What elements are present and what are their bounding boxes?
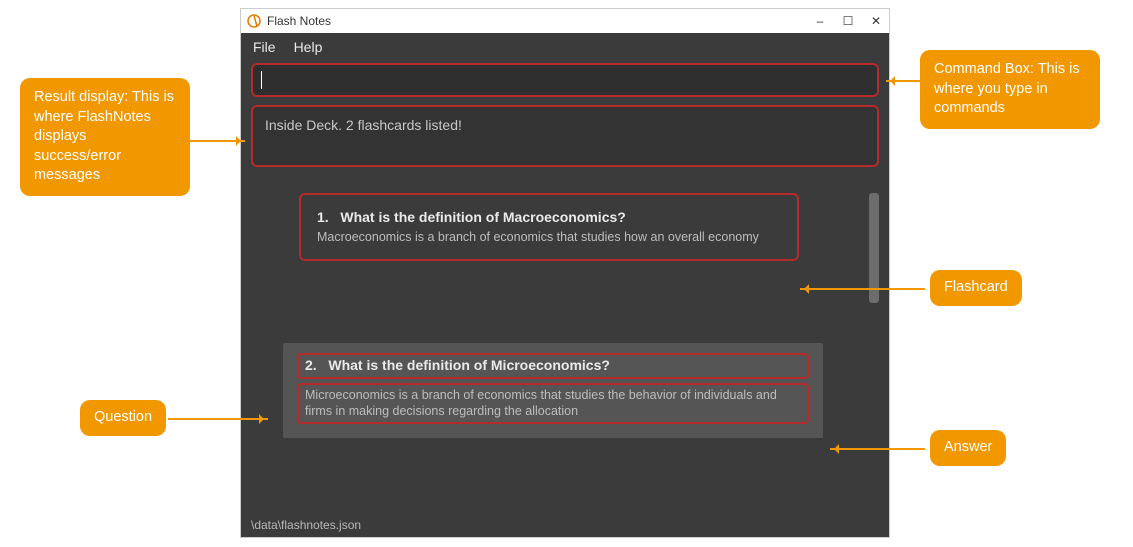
close-button[interactable]: ✕ (869, 14, 883, 28)
statusbar: \data\flashnotes.json (241, 513, 889, 537)
flashcard-answer: Microeconomics is a branch of economics … (297, 383, 809, 424)
app-title: Flash Notes (267, 14, 813, 28)
arrow-icon (886, 80, 921, 82)
flashcard-index: 2. (305, 357, 317, 373)
menubar: File Help (241, 33, 889, 63)
flashcard-index: 1. (317, 209, 329, 225)
callout-command-box: Command Box: This is where you type in c… (920, 50, 1100, 129)
command-box[interactable] (251, 63, 879, 97)
flashcard-question-text: What is the definition of Macroeconomics… (340, 209, 625, 225)
menu-help[interactable]: Help (294, 39, 323, 55)
arrow-icon (190, 140, 245, 142)
result-display: Inside Deck. 2 flashcards listed! (251, 105, 879, 167)
command-input[interactable] (262, 72, 869, 88)
maximize-button[interactable]: ☐ (841, 14, 855, 28)
arrow-icon (800, 288, 925, 290)
flashcard-item[interactable]: 1. What is the definition of Macroeconom… (299, 193, 799, 261)
callout-text: Result display: This is where FlashNotes… (34, 89, 174, 183)
flashcard-question-text: What is the definition of Microeconomics… (328, 357, 610, 373)
flashcard-item[interactable]: 2. What is the definition of Microeconom… (283, 343, 823, 438)
app-icon (247, 14, 261, 28)
status-path: \data\flashnotes.json (251, 518, 361, 532)
deck-area: 1. What is the definition of Macroeconom… (253, 193, 877, 507)
callout-text: Flashcard (944, 279, 1008, 295)
callout-text: Answer (944, 439, 992, 455)
arrow-icon (830, 448, 925, 450)
titlebar: Flash Notes – ☐ ✕ (241, 9, 889, 33)
app-body: File Help Inside Deck. 2 flashcards list… (241, 33, 889, 537)
callout-result-display: Result display: This is where FlashNotes… (20, 78, 190, 196)
flashcard-question: 1. What is the definition of Macroeconom… (317, 209, 781, 225)
menu-file[interactable]: File (253, 39, 276, 55)
app-window: Flash Notes – ☐ ✕ File Help Inside Deck.… (240, 8, 890, 538)
callout-text: Command Box: This is where you type in c… (934, 61, 1080, 116)
callout-flashcard: Flashcard (930, 270, 1022, 306)
callout-text: Question (94, 409, 152, 425)
arrow-icon (168, 418, 268, 420)
callout-answer: Answer (930, 430, 1006, 466)
result-text: Inside Deck. 2 flashcards listed! (265, 117, 462, 133)
callout-question: Question (80, 400, 166, 436)
minimize-button[interactable]: – (813, 14, 827, 28)
flashcard-question: 2. What is the definition of Microeconom… (297, 353, 809, 379)
scrollbar-thumb[interactable] (869, 193, 879, 303)
flashcard-answer: Macroeconomics is a branch of economics … (317, 229, 781, 245)
